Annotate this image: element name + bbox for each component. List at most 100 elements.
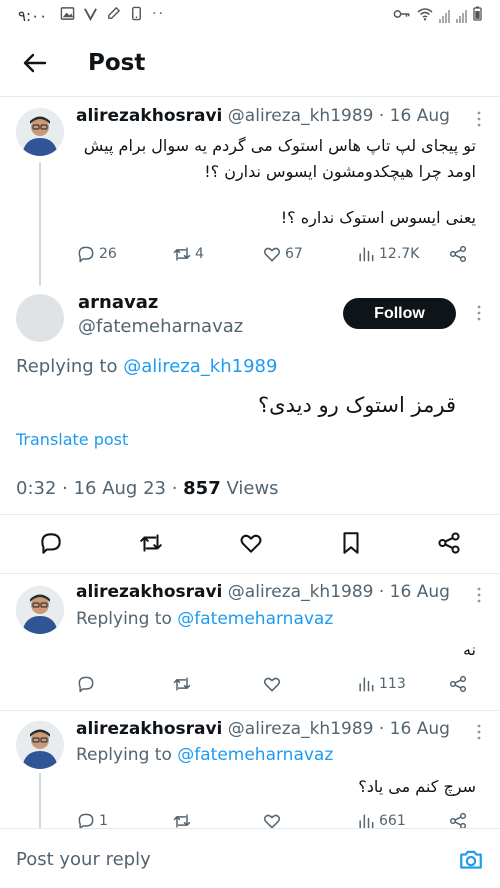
retweet-icon — [173, 677, 191, 691]
share-icon — [449, 812, 467, 828]
status-bar: ۹:۰۰ ·· — [0, 0, 500, 32]
thread-line — [39, 162, 41, 286]
key-icon — [393, 8, 411, 24]
share-button[interactable] — [448, 674, 468, 694]
top-app-bar: Post — [0, 36, 500, 96]
author-handle[interactable]: @fatemeharnavaz — [78, 316, 243, 337]
author-name[interactable]: alirezakhosravi — [76, 719, 222, 739]
author-name[interactable]: arnavaz — [78, 292, 158, 313]
share-icon — [438, 532, 460, 554]
post-timestamp-views: 0:32 · 16 Aug 23 · 857 Views — [16, 478, 279, 499]
reply-count: 1 — [99, 813, 108, 828]
heart-icon — [263, 247, 281, 262]
page-title: Post — [88, 50, 146, 76]
retweet-icon — [173, 247, 191, 261]
tweet-parent[interactable]: alirezakhosravi @alireza_kh1989 · 16 Aug… — [0, 96, 500, 286]
tweet-text-line: اومد چرا هیچکدومشون ایسوس ندارن ؟! — [204, 162, 476, 181]
tweet-reply[interactable]: alirezakhosravi @alireza_kh1989 · 16 Aug… — [0, 574, 500, 710]
edit-notification-icon — [106, 6, 121, 25]
signal-icon-2 — [456, 9, 467, 23]
v-app-notification-icon — [83, 6, 98, 25]
reply-icon — [78, 676, 94, 693]
mention-link[interactable]: @alireza_kh1989 — [123, 356, 277, 377]
avatar[interactable] — [16, 721, 64, 769]
like-button[interactable] — [262, 811, 282, 828]
retweet-button[interactable] — [172, 674, 192, 694]
gallery-notification-icon — [60, 6, 75, 25]
more-options-icon[interactable] — [476, 586, 482, 604]
heart-icon — [263, 677, 281, 692]
like-count: 67 — [285, 246, 303, 262]
views-count: 113 — [379, 676, 406, 692]
avatar[interactable] — [16, 108, 64, 156]
views-label: Views — [220, 478, 279, 499]
replying-to: Replying to @fatemeharnavaz — [76, 745, 334, 765]
camera-icon[interactable] — [458, 847, 484, 873]
reply-input[interactable]: Post your reply — [16, 849, 151, 870]
signal-icon — [439, 9, 450, 23]
main-divider — [0, 514, 500, 515]
post-text: قرمز استوک رو دیدی؟ — [258, 393, 456, 417]
avatar[interactable] — [16, 586, 64, 634]
like-button[interactable]: 67 — [262, 244, 303, 264]
replying-to: Replying to @fatemeharnavaz — [76, 609, 334, 629]
tweet-actions: 1 661 — [76, 811, 486, 828]
retweet-button[interactable] — [172, 811, 192, 828]
back-arrow-icon[interactable] — [20, 48, 50, 78]
post-timestamp: 0:32 · 16 Aug 23 · — [16, 478, 184, 499]
retweet-button[interactable] — [138, 530, 164, 556]
phone-notification-icon — [129, 6, 144, 25]
author-handle-date: @alireza_kh1989 · 16 Aug — [227, 106, 450, 126]
retweet-button[interactable]: 4 — [172, 244, 204, 264]
tweet-reply[interactable]: alirezakhosravi @alireza_kh1989 · 16 Aug… — [0, 711, 500, 828]
retweet-count: 4 — [195, 246, 204, 262]
views-button[interactable]: 113 — [356, 674, 406, 694]
tweet-text-line: تو پیجای لپ تاپ هاس استوک می گردم یه سوا… — [83, 136, 476, 155]
share-button[interactable] — [448, 811, 468, 828]
views-button[interactable]: 12.7K — [356, 244, 419, 264]
tweet-actions: 26 4 67 12.7K — [76, 244, 486, 268]
mention-link[interactable]: @fatemeharnavaz — [177, 609, 333, 629]
views-button[interactable]: 661 — [356, 811, 406, 828]
author-handle-date: @alireza_kh1989 · 16 Aug — [227, 719, 450, 739]
author-name[interactable]: alirezakhosravi — [76, 106, 222, 126]
share-button[interactable] — [448, 244, 468, 264]
reply-icon — [78, 246, 94, 263]
more-options-icon[interactable] — [476, 304, 482, 322]
author-name[interactable]: alirezakhosravi — [76, 582, 222, 602]
reply-button[interactable] — [38, 530, 64, 556]
retweet-icon — [140, 534, 162, 552]
mention-link[interactable]: @fatemeharnavaz — [177, 745, 333, 765]
share-button[interactable] — [436, 530, 462, 556]
follow-button[interactable]: Follow — [343, 298, 456, 329]
views-count: 661 — [379, 813, 406, 828]
more-options-icon[interactable] — [476, 723, 482, 741]
thread-line — [39, 773, 41, 828]
views-icon — [359, 677, 374, 692]
avatar-placeholder[interactable] — [16, 294, 64, 342]
share-icon — [449, 675, 467, 693]
status-time: ۹:۰۰ — [18, 7, 48, 25]
reply-button[interactable]: 1 — [76, 811, 108, 828]
retweet-icon — [173, 814, 191, 828]
wifi-icon — [417, 7, 433, 25]
more-options-icon[interactable] — [476, 110, 482, 128]
translate-post-link[interactable]: Translate post — [16, 430, 128, 449]
reply-button[interactable]: 26 — [76, 244, 117, 264]
bookmark-button[interactable] — [338, 530, 364, 556]
tweet-text: سرچ کنم می یاد؟ — [358, 777, 476, 796]
views-icon — [359, 814, 374, 828]
author-handle-date: @alireza_kh1989 · 16 Aug — [227, 582, 450, 602]
reply-button[interactable] — [76, 674, 96, 694]
heart-icon — [240, 534, 262, 553]
like-button[interactable] — [238, 530, 264, 556]
views-count: 12.7K — [379, 246, 420, 262]
views-icon — [359, 247, 374, 262]
tweet-text-line: یعنی ایسوس استوک نداره ؟! — [280, 208, 476, 227]
share-icon — [449, 245, 467, 263]
replying-to: Replying to @alireza_kh1989 — [16, 356, 278, 377]
bookmark-icon — [343, 532, 359, 554]
views-number: 857 — [183, 478, 221, 499]
main-post-actions — [0, 530, 500, 560]
like-button[interactable] — [262, 674, 282, 694]
